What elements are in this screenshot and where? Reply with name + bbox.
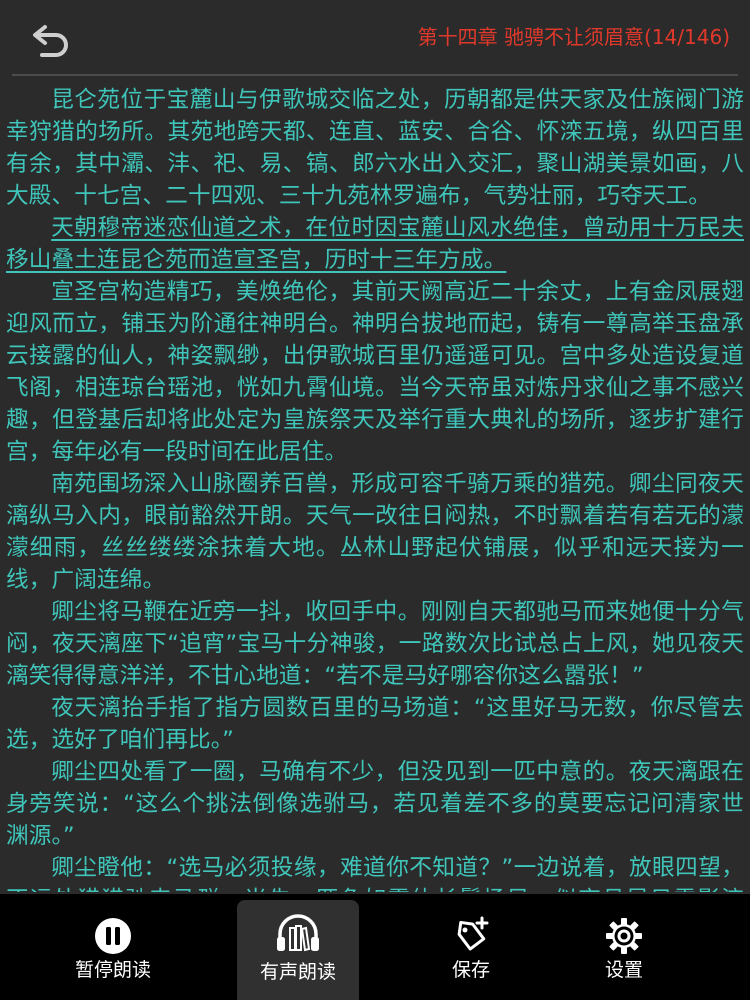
paragraph: 卿尘四处看了一圈，马确有不少，但没见到一匹中意的。夜天漓跟在身旁笑说：“这么个挑…: [6, 759, 744, 849]
audio-reading-button[interactable]: 有声朗读: [237, 900, 359, 1000]
pause-reading-button[interactable]: 暂停朗读: [48, 894, 178, 1000]
settings-label: 设置: [604, 959, 643, 981]
highlighted-paragraph[interactable]: 天朝穆帝迷恋仙道之术，在位时因宝麓山风水绝佳，曾动用十万民夫移山叠土连昆仑苑而造…: [6, 212, 744, 276]
highlighted-text: 天朝穆帝迷恋仙道之术，在位时因宝麓山风水绝佳，曾动用十万民夫移山叠土连昆仑苑而造…: [6, 215, 744, 273]
headphones-book-icon: [277, 914, 319, 952]
settings-button[interactable]: 设置: [559, 894, 689, 1000]
back-arrow-icon: [33, 25, 68, 57]
save-label: 保存: [451, 959, 490, 981]
paragraph: 夜天漓抬手指了指方圆数百里的马场道：“这里好马无数，你尽管去选，选好了咱们再比。…: [6, 695, 744, 753]
back-button[interactable]: [26, 22, 74, 62]
save-button[interactable]: 保存: [406, 894, 536, 1000]
reading-content[interactable]: 昆仑苑位于宝麓山与伊歌城交临之处，历朝都是供天家及仕族阀门游幸狩猎的场所。其苑地…: [6, 84, 744, 892]
chapter-title: 第十四章 驰骋不让须眉意(14/146): [417, 25, 730, 49]
paragraph: 卿尘瞪他：“选马必须投缘，难道你不知道？”一边说着，放眼四望，不远处猎猎驰来马群…: [6, 855, 744, 892]
audio-reading-label: 有声朗读: [259, 961, 336, 983]
pause-reading-label: 暂停朗读: [74, 959, 151, 981]
paragraph: 南苑围场深入山脉圈养百兽，形成可容千骑万乘的猎苑。卿尘同夜天漓纵马入内，眼前豁然…: [6, 471, 744, 593]
paragraph: 宣圣宫构造精巧，美焕绝伦，其前天阙高近二十余丈，上有金凤展翅迎风而立，铺玉为阶通…: [6, 279, 744, 465]
bookmark-tag-plus-icon: [457, 916, 489, 951]
header-divider: [12, 74, 738, 76]
top-bar: 第十四章 驰骋不让须眉意(14/146): [0, 0, 750, 74]
gear-icon: [606, 918, 642, 954]
paragraph: 卿尘将马鞭在近旁一抖，收回手中。刚刚自天都驰马而来她便十分气闷，夜天漓座下“追宵…: [6, 599, 744, 689]
bottom-toolbar: 暂停朗读 有声朗读 保存 设置: [0, 894, 750, 1000]
paragraph: 昆仑苑位于宝麓山与伊歌城交临之处，历朝都是供天家及仕族阀门游幸狩猎的场所。其苑地…: [6, 87, 744, 209]
pause-circle-icon: [95, 918, 131, 954]
